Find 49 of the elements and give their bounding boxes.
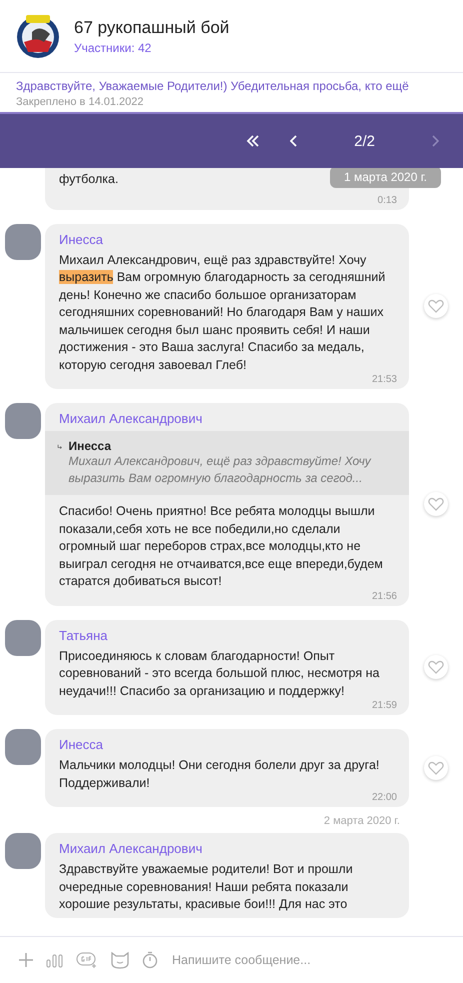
quoted-author: Инесса — [68, 439, 112, 453]
heart-icon — [428, 761, 444, 775]
avatar-photo-placeholder[interactable] — [4, 224, 40, 260]
quoted-message[interactable]: Инесса Михаил Александрович, ещё раз здравствуйте! Хочу выразить Вам огромную благодарность за сегод... — [45, 431, 409, 495]
like-button[interactable] — [424, 492, 448, 516]
plus-icon[interactable] — [18, 952, 34, 968]
double-chevron-left-icon — [246, 135, 260, 147]
message-text: Мальчики молодцы! Они сегодня болели друг за друга! Поддерживали! — [59, 757, 380, 792]
pinned-text: Здравствуйте, Уважаемые Родители!) Убедительная просьба, кто ещё — [16, 79, 410, 93]
message-text: Спасибо! Очень приятно! Все ребята молодцы вышли показали,себя хоть не все победили,но сделали огромный шаг переборов страх,все молодцы,кто не выиграл сегодня не отчаиватся,все еще впереди,будем старатся добиваться высот! — [59, 503, 384, 590]
club-logo-icon — [14, 12, 62, 60]
message-time: 0:13 — [376, 194, 397, 206]
avatar-photo-placeholder[interactable] — [4, 729, 40, 765]
chevron-right-icon — [431, 135, 439, 147]
message-time: 21:59 — [370, 700, 397, 711]
date-separator: 2 марта 2020 г. — [322, 815, 401, 827]
like-button[interactable] — [424, 294, 448, 318]
gif-icon[interactable] — [76, 952, 98, 968]
message-time: 22:00 — [370, 792, 397, 803]
avatar-photo-placeholder[interactable] — [4, 833, 40, 869]
like-button[interactable] — [424, 756, 448, 780]
message-text: футболка. — [59, 171, 118, 188]
avatar-photo-placeholder[interactable] — [4, 620, 40, 656]
result-counter: 2/2 — [354, 132, 375, 150]
poll-icon[interactable] — [46, 952, 64, 968]
quoted-text: Михаил Александрович, ещё раз здравствуйте! Хочу выразить Вам огромную благодарность за сегод... — [68, 453, 372, 487]
heart-icon — [428, 660, 444, 674]
avatar-photo-placeholder[interactable] — [4, 403, 40, 439]
member-count[interactable]: Участники: 42 — [74, 40, 230, 54]
message-text: Михаил Александрович, ещё раз здравствуйте! Хочу выразить Вам огромную благодарность за сегодняшний день! Конечно же спасибо большое организаторам сегодняшних соревнований! Но благодаря Вам у наших мальчишек сегодня был шанс проявить себя! И наши достижения - это Ваша заслуга! Спасибо за медаль, которую сегодня завоевал Глеб! — [59, 252, 386, 374]
chat-title: 67 рукопашный бой — [74, 18, 230, 38]
message-author[interactable]: Инесса — [59, 232, 397, 246]
message-text: Присоединяюсь к словам благодарности! Опыт соревнований - это всегда большой плюс, несмотря на неудачи!!! Спасибо за организацию и поддержку! — [59, 648, 380, 700]
message-author[interactable]: Михаил Александрович — [59, 411, 397, 426]
message-time: 21:56 — [370, 590, 397, 602]
heart-icon — [428, 497, 444, 512]
date-badge: 1 марта 2020 г. — [330, 168, 441, 188]
heart-icon — [428, 299, 444, 314]
like-button[interactable] — [424, 655, 448, 680]
message-author[interactable]: Инесса — [59, 737, 397, 752]
message-author[interactable]: Михаил Александрович — [59, 841, 397, 856]
chevron-left-icon — [290, 135, 298, 147]
sticker-cat-icon[interactable] — [110, 951, 130, 969]
pinned-date: Закреплено в 14.01.2022 — [16, 96, 145, 108]
message-author[interactable]: Татьяна — [59, 628, 397, 642]
message-time: 21:53 — [370, 374, 397, 385]
timer-icon[interactable] — [142, 951, 158, 969]
pinned-message[interactable]: Здравствуйте, Уважаемые Родители!) Убедительная просьба, кто ещё Закреплено в 14.01.2022 — [0, 73, 463, 112]
message-text: Здравствуйте уважаемые родители! Вот и прошли очередные соревнования! Наши ребята показали хорошие результаты, красивые бои!!! Для нас это — [59, 861, 354, 913]
